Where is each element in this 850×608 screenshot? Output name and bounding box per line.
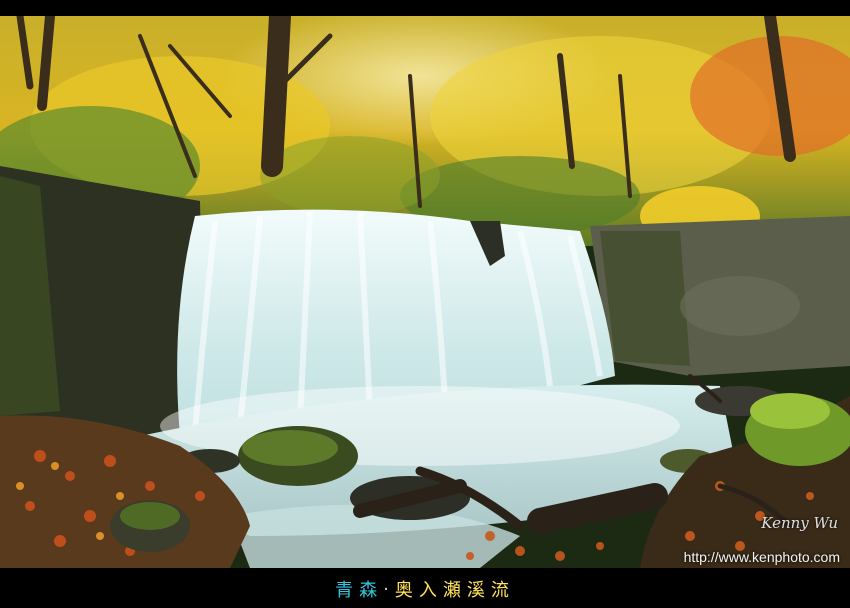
photographer-signature: Kenny Wu [761, 514, 838, 532]
caption-char: 流 [490, 580, 515, 601]
caption-char: · [383, 578, 395, 600]
caption-char: 森 [359, 580, 384, 601]
waterfall-photo: Kenny Wu http://www.kenphoto.com [0, 16, 850, 568]
waterfall-scene [0, 16, 850, 568]
photo-frame: Kenny Wu http://www.kenphoto.com 青森 · 奥入瀬溪… [0, 0, 850, 608]
caption-char: 溪 [466, 580, 491, 601]
watermark-url: http://www.kenphoto.com [683, 549, 840, 565]
photo-caption: 青森 · 奥入瀬溪流 [0, 570, 850, 608]
caption-char: 入 [418, 580, 443, 601]
caption-char: 青 [335, 580, 360, 601]
caption-char: 瀬 [442, 580, 467, 601]
caption-char: 奥 [394, 580, 419, 601]
